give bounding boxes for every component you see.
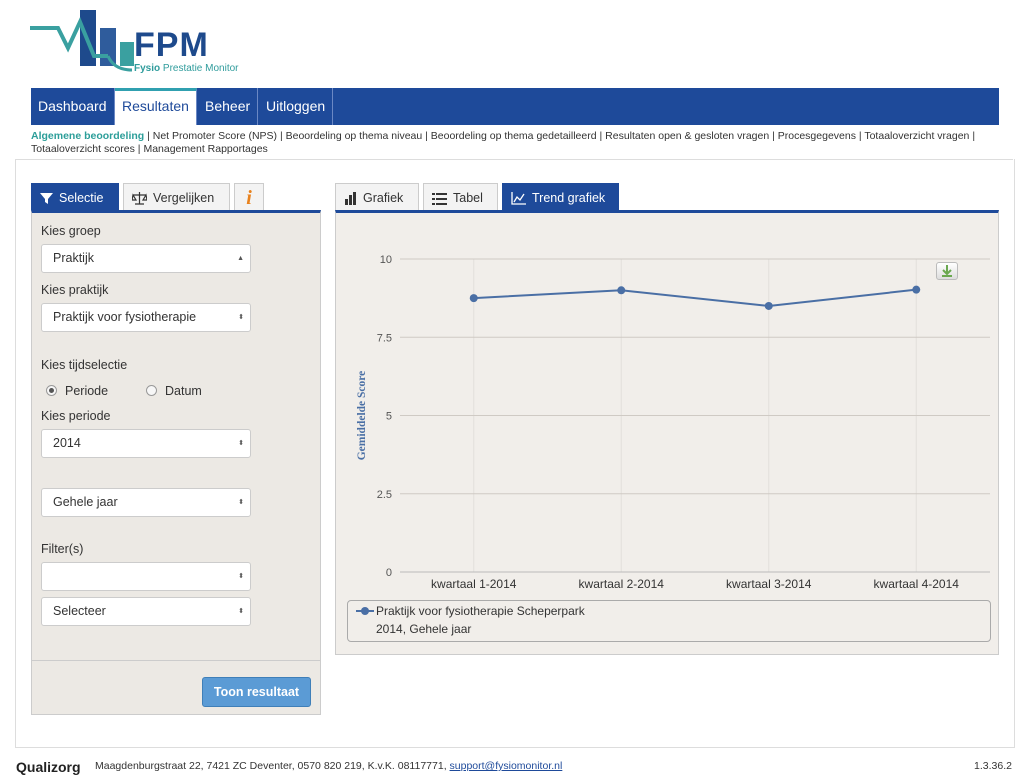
legend-subtitle: 2014, Gehele jaar: [376, 622, 472, 636]
subnav-divider: [15, 159, 1013, 160]
series-point: [764, 301, 773, 310]
chevron-updown-icon: ⬍: [238, 608, 244, 615]
y-tick-label: 0: [386, 567, 392, 579]
label-kies-periode: Kies periode: [41, 409, 111, 423]
list-icon: [432, 192, 447, 205]
legend-series-name: Praktijk voor fysiotherapie Scheperpark: [376, 604, 585, 618]
logo-text: FPM: [134, 26, 209, 64]
subnav-totaaloverzicht-scores[interactable]: Totaaloverzicht scores: [31, 143, 135, 155]
select-jaar[interactable]: Gehele jaar ⬍: [41, 488, 251, 517]
tab-grafiek-label: Grafiek: [363, 191, 404, 205]
series-point: [912, 285, 921, 294]
nav-uitloggen[interactable]: Uitloggen: [259, 88, 334, 125]
x-tick-label: kwartaal 2-2014: [579, 577, 665, 591]
line-chart-icon: [511, 192, 526, 205]
version-number: 1.3.36.2: [974, 760, 1012, 772]
tab-selectie-label: Selectie: [59, 191, 104, 205]
x-tick-label: kwartaal 3-2014: [726, 577, 812, 591]
series-point: [469, 294, 478, 303]
filter-icon: [40, 193, 53, 205]
select-jaar-value: Gehele jaar: [53, 495, 118, 509]
subnav-open-gesloten[interactable]: Resultaten open & gesloten vragen: [605, 130, 769, 142]
select-periode-value: 2014: [53, 436, 81, 450]
label-kies-groep: Kies groep: [41, 224, 101, 238]
tab-info[interactable]: i: [234, 183, 264, 211]
logo-mark-icon: [30, 10, 134, 72]
chevron-updown-icon: ⬍: [238, 440, 244, 447]
subnav-thema-niveau[interactable]: Beoordeling op thema niveau: [286, 130, 423, 142]
radio-periode-label: Periode: [65, 384, 109, 398]
download-icon: [942, 265, 952, 277]
select-groep-value: Praktijk: [53, 251, 94, 265]
select-filter-1[interactable]: ⬍: [41, 562, 251, 591]
tab-trend-grafiek-label: Trend grafiek: [532, 191, 606, 205]
series-point: [617, 286, 626, 295]
y-tick-label: 7.5: [377, 332, 392, 344]
subnav-nps[interactable]: Net Promoter Score (NPS): [153, 130, 277, 142]
nav-resultaten[interactable]: Resultaten: [115, 88, 197, 125]
info-icon: i: [246, 187, 252, 209]
select-filter-2[interactable]: Selecteer ⬍: [41, 597, 251, 626]
tab-grafiek[interactable]: Grafiek: [335, 183, 419, 211]
radio-periode[interactable]: Periode: [46, 384, 108, 398]
nav-dashboard[interactable]: Dashboard: [31, 88, 115, 125]
tab-vergelijken[interactable]: Vergelijken: [123, 183, 230, 211]
select-praktijk[interactable]: Praktijk voor fysiotherapie ⬍: [41, 303, 251, 332]
footer-address: Maagdenburgstraat 22, 7421 ZC Deventer, …: [95, 760, 562, 772]
logo-subtitle: Fysio Prestatie Monitor: [134, 63, 239, 74]
subnav-thema-gedetailleerd[interactable]: Beoordeling op thema gedetailleerd: [431, 130, 597, 142]
tab-selectie[interactable]: Selectie: [31, 183, 119, 211]
select-praktijk-value: Praktijk voor fysiotherapie: [53, 310, 197, 324]
chart-legend: Praktijk voor fysiotherapie Scheperpark …: [347, 600, 991, 642]
radio-datum-label: Datum: [165, 384, 202, 398]
legend-series-marker: [356, 607, 374, 615]
chevron-updown-icon: ▲: [237, 255, 244, 262]
balance-scale-icon: [131, 192, 148, 205]
chevron-updown-icon: ⬍: [238, 314, 244, 321]
x-tick-label: kwartaal 1-2014: [431, 577, 517, 591]
subnav-procesgegevens[interactable]: Procesgegevens: [778, 130, 856, 142]
label-kies-tijdselectie: Kies tijdselectie: [41, 358, 128, 372]
selection-panel: Kies groep Praktijk ▲ Kies praktijk Prakt…: [31, 210, 321, 715]
page-footer: Qualizorg Maagdenburgstraat 22, 7421 ZC …: [15, 756, 1013, 780]
subnav-algemene-beoordeling[interactable]: Algemene beoordeling: [31, 130, 144, 142]
select-filter-2-value: Selecteer: [53, 604, 106, 618]
chevron-updown-icon: ⬍: [238, 499, 244, 506]
radio-selected-icon: [46, 385, 57, 396]
series-line: [473, 288, 917, 307]
sub-navigation: Algemene beoordeling | Net Promoter Scor…: [31, 130, 976, 155]
select-groep[interactable]: Praktijk ▲: [41, 244, 251, 273]
support-email-link[interactable]: support@fysiomonitor.nl: [450, 760, 563, 772]
tab-vergelijken-label: Vergelijken: [153, 191, 215, 205]
y-tick-label: 10: [380, 254, 392, 266]
select-periode[interactable]: 2014 ⬍: [41, 429, 251, 458]
subnav-totaaloverzicht-vragen[interactable]: Totaaloverzicht vragen: [864, 130, 969, 142]
radio-unselected-icon: [146, 385, 157, 396]
y-tick-label: 2.5: [377, 489, 392, 501]
toon-resultaat-button[interactable]: Toon resultaat: [202, 677, 311, 707]
download-chart-button[interactable]: [936, 262, 958, 280]
bar-chart-icon: [345, 192, 356, 206]
label-filters: Filter(s): [41, 542, 84, 556]
radio-datum[interactable]: Datum: [146, 384, 202, 398]
subnav-management-rapportages[interactable]: Management Rapportages: [143, 143, 267, 155]
tab-trend-grafiek[interactable]: Trend grafiek: [502, 183, 619, 211]
y-tick-label: 5: [386, 411, 392, 423]
footer-brand: Qualizorg: [16, 759, 81, 775]
trend-chart: 0 2.5 5 7.5 10 kwartaal 1-2014 kwartaal 2-2014…: [356, 254, 990, 591]
chevron-updown-icon: ⬍: [238, 573, 244, 580]
footer-address-text: Maagdenburgstraat 22, 7421 ZC Deventer, …: [95, 760, 447, 772]
label-kies-praktijk: Kies praktijk: [41, 283, 109, 297]
tab-tabel-label: Tabel: [453, 191, 483, 205]
main-navbar: Dashboard Resultaten Beheer Uitloggen: [31, 88, 999, 125]
tab-tabel[interactable]: Tabel: [423, 183, 498, 211]
nav-beheer[interactable]: Beheer: [198, 88, 259, 125]
chart-panel: 0 2.5 5 7.5 10 kwartaal 1-2014 kwartaal 2-2014…: [335, 210, 999, 655]
y-axis-title: Gemiddelde Score: [356, 371, 368, 461]
x-tick-label: kwartaal 4-2014: [874, 577, 960, 591]
